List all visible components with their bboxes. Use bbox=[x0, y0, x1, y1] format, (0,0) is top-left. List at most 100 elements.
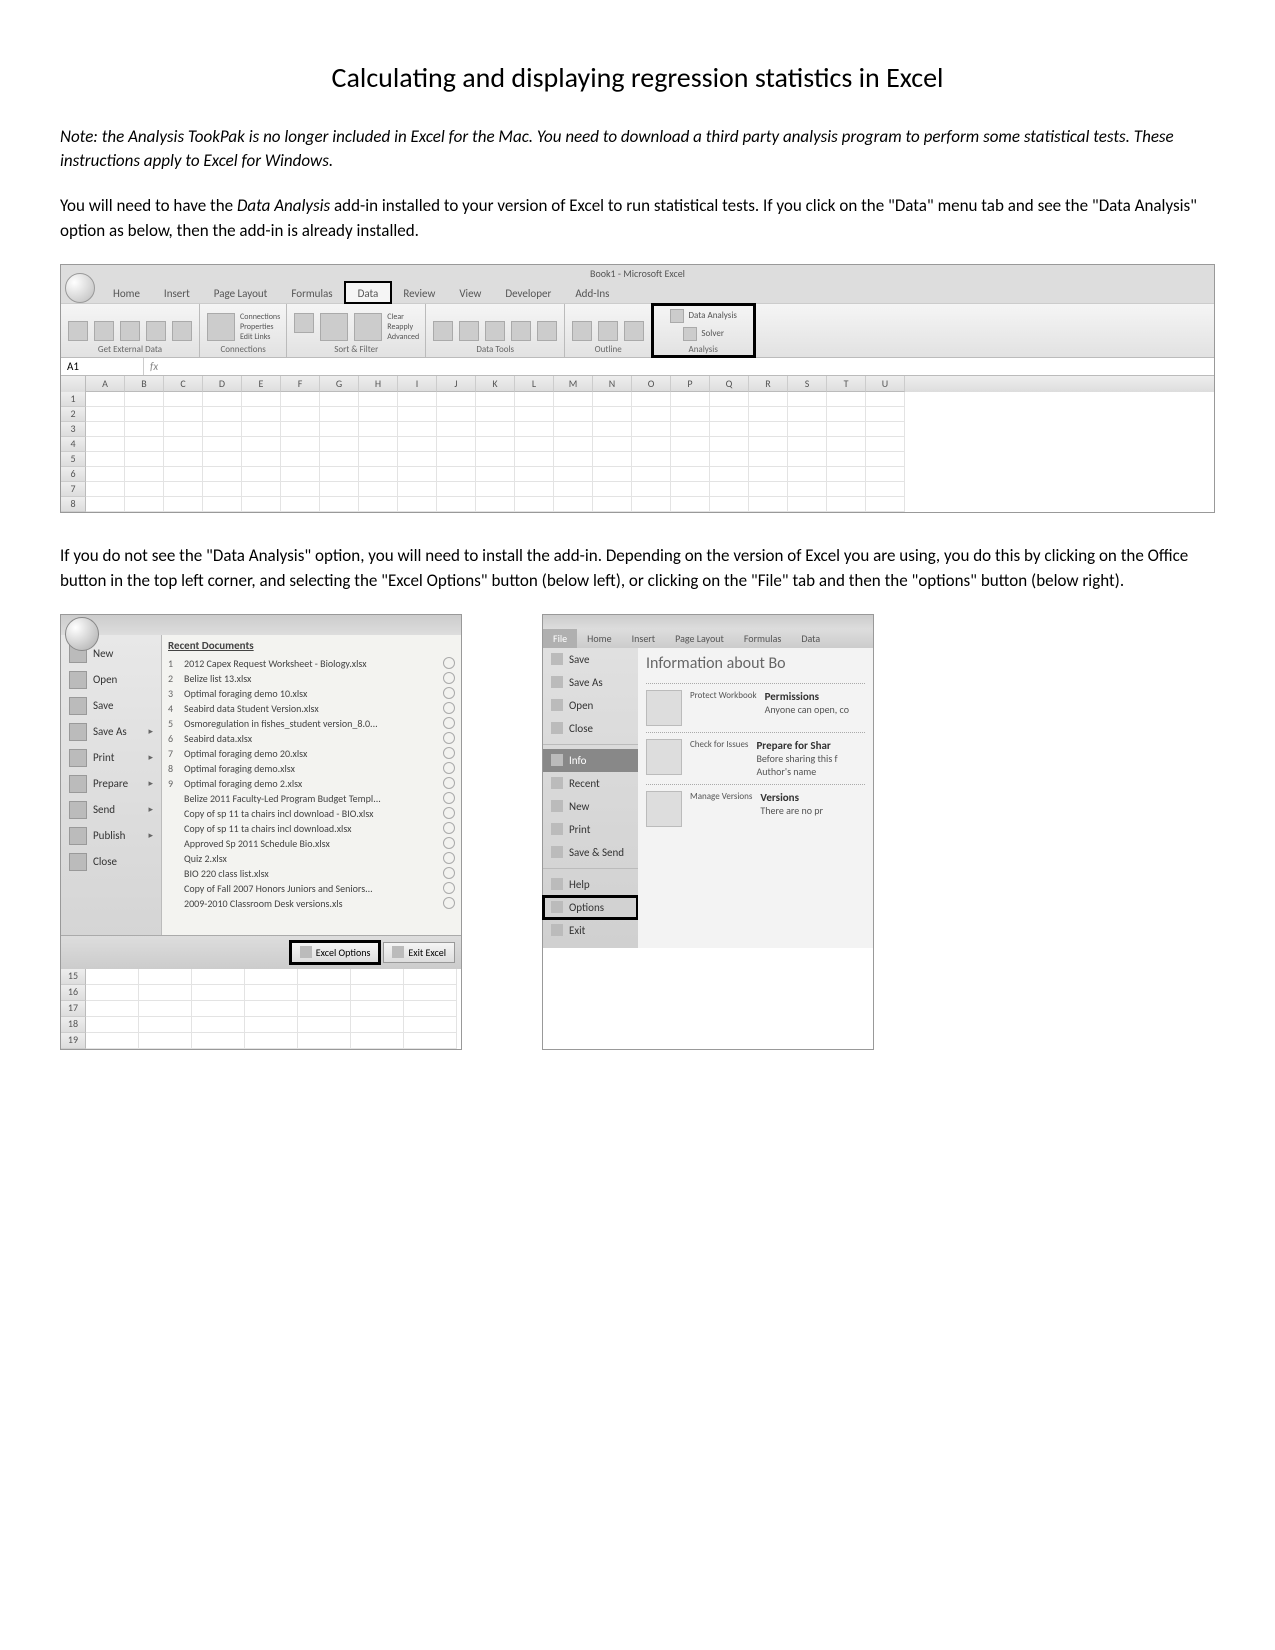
cell[interactable] bbox=[125, 437, 164, 452]
cell[interactable] bbox=[437, 392, 476, 407]
cell[interactable] bbox=[632, 437, 671, 452]
check-issues-button[interactable]: Check for Issues bbox=[690, 739, 748, 750]
cell[interactable] bbox=[554, 422, 593, 437]
file-menu-save[interactable]: Save bbox=[543, 648, 638, 671]
cell[interactable] bbox=[515, 497, 554, 512]
cell[interactable] bbox=[788, 452, 827, 467]
cell[interactable] bbox=[476, 392, 515, 407]
cell[interactable] bbox=[866, 407, 905, 422]
cell[interactable] bbox=[320, 482, 359, 497]
cell[interactable] bbox=[515, 482, 554, 497]
cell[interactable] bbox=[593, 422, 632, 437]
text-to-columns-icon[interactable] bbox=[433, 321, 453, 341]
recent-doc-item[interactable]: Copy of Fall 2007 Honors Juniors and Sen… bbox=[168, 881, 455, 896]
cell[interactable] bbox=[86, 407, 125, 422]
file-menu-new[interactable]: New bbox=[543, 795, 638, 818]
cell[interactable] bbox=[404, 969, 457, 985]
cell[interactable] bbox=[242, 497, 281, 512]
cell[interactable] bbox=[437, 437, 476, 452]
cell[interactable] bbox=[281, 482, 320, 497]
cell[interactable] bbox=[359, 467, 398, 482]
solver-button[interactable]: Solver bbox=[701, 328, 724, 339]
cell[interactable] bbox=[203, 422, 242, 437]
cell[interactable] bbox=[788, 422, 827, 437]
cell[interactable] bbox=[351, 1001, 404, 1017]
col-head[interactable]: O bbox=[632, 376, 671, 392]
cell[interactable] bbox=[86, 985, 139, 1001]
data-validation-icon[interactable] bbox=[485, 321, 505, 341]
cell[interactable] bbox=[125, 482, 164, 497]
data-analysis-button[interactable]: Data Analysis bbox=[688, 310, 736, 321]
cell[interactable] bbox=[398, 437, 437, 452]
cell[interactable] bbox=[710, 452, 749, 467]
cell[interactable] bbox=[320, 467, 359, 482]
cell[interactable] bbox=[710, 392, 749, 407]
cell[interactable] bbox=[749, 437, 788, 452]
cell[interactable] bbox=[710, 407, 749, 422]
connections-button[interactable]: Connections bbox=[240, 312, 280, 322]
cell[interactable] bbox=[320, 392, 359, 407]
pin-icon[interactable] bbox=[443, 747, 455, 759]
menu-item-send[interactable]: Send▸ bbox=[61, 797, 161, 823]
pin-icon[interactable] bbox=[443, 717, 455, 729]
recent-doc-item[interactable]: Quiz 2.xlsx bbox=[168, 851, 455, 866]
row-head[interactable]: 3 bbox=[61, 422, 86, 437]
cell[interactable] bbox=[242, 422, 281, 437]
from-other-icon[interactable] bbox=[146, 321, 166, 341]
cell[interactable] bbox=[593, 392, 632, 407]
col-head[interactable]: L bbox=[515, 376, 554, 392]
protect-workbook-icon[interactable] bbox=[646, 690, 682, 726]
cell[interactable] bbox=[242, 467, 281, 482]
row-head[interactable]: 4 bbox=[61, 437, 86, 452]
cell[interactable] bbox=[866, 467, 905, 482]
cell[interactable] bbox=[86, 1033, 139, 1049]
pin-icon[interactable] bbox=[443, 897, 455, 909]
col-head[interactable]: R bbox=[749, 376, 788, 392]
cell[interactable] bbox=[593, 437, 632, 452]
cell[interactable] bbox=[398, 407, 437, 422]
solver-icon[interactable] bbox=[683, 327, 697, 341]
cell[interactable] bbox=[866, 452, 905, 467]
cell[interactable] bbox=[398, 452, 437, 467]
menu-item-save[interactable]: Save bbox=[61, 693, 161, 719]
cell[interactable] bbox=[298, 985, 351, 1001]
menu-item-close[interactable]: Close bbox=[61, 849, 161, 875]
cell[interactable] bbox=[139, 1033, 192, 1049]
cell[interactable] bbox=[632, 407, 671, 422]
col-head[interactable]: N bbox=[593, 376, 632, 392]
recent-doc-item[interactable]: Belize 2011 Faculty-Led Program Budget T… bbox=[168, 791, 455, 806]
cell[interactable] bbox=[710, 482, 749, 497]
cell[interactable] bbox=[139, 985, 192, 1001]
pin-icon[interactable] bbox=[443, 882, 455, 894]
edit-links-button[interactable]: Edit Links bbox=[240, 332, 280, 342]
cell[interactable] bbox=[593, 452, 632, 467]
cell[interactable] bbox=[125, 452, 164, 467]
recent-doc-item[interactable]: 6Seabird data.xlsx bbox=[168, 731, 455, 746]
cell[interactable] bbox=[281, 437, 320, 452]
row-head[interactable]: 6 bbox=[61, 467, 86, 482]
cell[interactable] bbox=[164, 497, 203, 512]
cell[interactable] bbox=[404, 1017, 457, 1033]
row-head[interactable]: 2 bbox=[61, 407, 86, 422]
cell[interactable] bbox=[281, 422, 320, 437]
file-menu-print[interactable]: Print bbox=[543, 818, 638, 841]
cell[interactable] bbox=[671, 407, 710, 422]
consolidate-icon[interactable] bbox=[511, 321, 531, 341]
cell[interactable] bbox=[86, 422, 125, 437]
cell[interactable] bbox=[788, 437, 827, 452]
col-head[interactable]: Q bbox=[710, 376, 749, 392]
cell[interactable] bbox=[86, 1017, 139, 1033]
cell[interactable] bbox=[359, 497, 398, 512]
row-head[interactable]: 19 bbox=[61, 1033, 86, 1049]
cell[interactable] bbox=[476, 452, 515, 467]
file-menu-info[interactable]: Info bbox=[543, 749, 638, 772]
cell[interactable] bbox=[866, 482, 905, 497]
cell[interactable] bbox=[359, 392, 398, 407]
cell[interactable] bbox=[827, 452, 866, 467]
cell[interactable] bbox=[398, 497, 437, 512]
file-menu-help[interactable]: Help bbox=[543, 873, 638, 896]
cell[interactable] bbox=[554, 392, 593, 407]
cell[interactable] bbox=[359, 422, 398, 437]
cell[interactable] bbox=[359, 437, 398, 452]
cell[interactable] bbox=[125, 497, 164, 512]
